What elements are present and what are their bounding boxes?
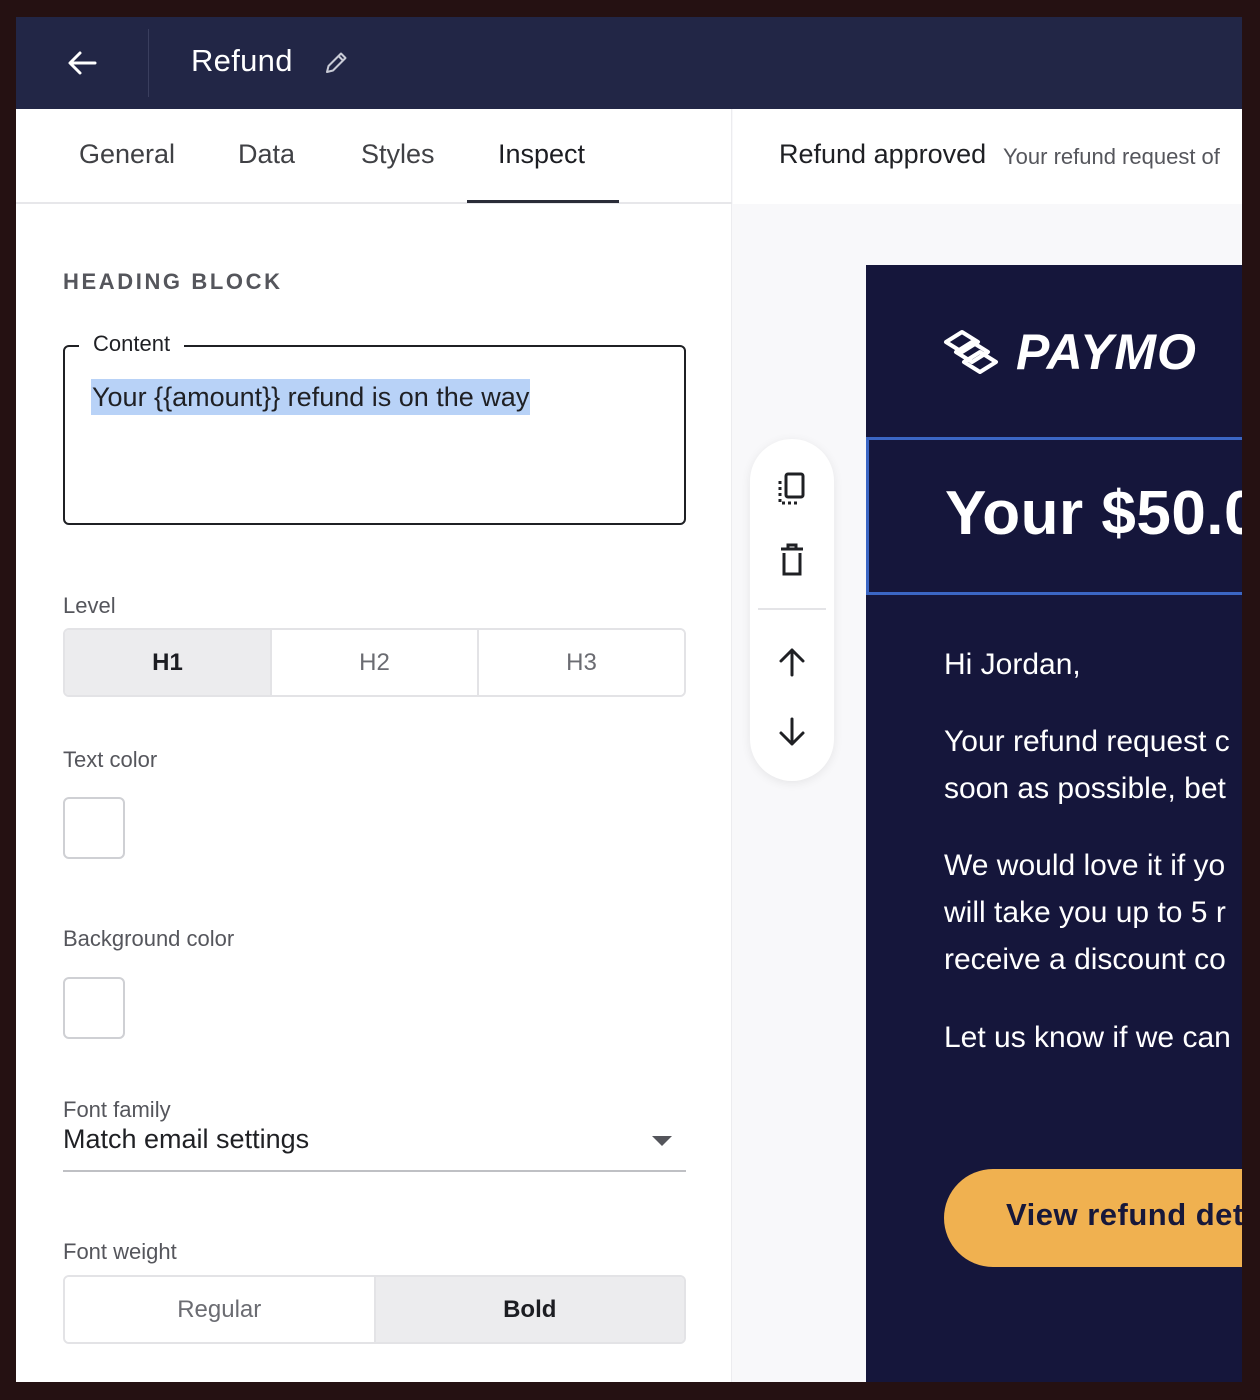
duplicate-icon	[778, 472, 805, 505]
email-preheader: Your refund request of	[1003, 144, 1220, 169]
text-color-swatch[interactable]	[63, 797, 125, 859]
font-family-value: Match email settings	[63, 1124, 310, 1154]
inspector-panel: General Data Styles Inspect HEADING BLOC…	[16, 109, 732, 1382]
level-h2-button[interactable]: H2	[272, 630, 479, 695]
active-tab-indicator	[467, 200, 619, 203]
font-weight-bold-button[interactable]: Bold	[375, 1277, 684, 1342]
view-refund-button[interactable]: View refund det	[944, 1169, 1242, 1267]
content-textarea[interactable]: Content Your {{amount}} refund is on the…	[63, 331, 686, 525]
pencil-icon	[326, 52, 347, 73]
app-window: Refund General Data Styles Inspect HEADI…	[16, 17, 1242, 1382]
paragraph-2-line-2: will take you up to 5 r	[944, 896, 1226, 929]
paragraph-1-line-2: soon as possible, bet	[944, 772, 1226, 805]
trash-icon	[781, 543, 803, 576]
brand-logo: PAYMO	[942, 323, 1197, 381]
background-color-swatch[interactable]	[63, 977, 125, 1039]
block-toolbar	[750, 439, 834, 781]
text-color-label: Text color	[63, 747, 158, 772]
font-weight-selector: Regular Bold	[63, 1275, 686, 1344]
document-title: Refund	[191, 43, 293, 78]
level-selector: H1 H2 H3	[63, 628, 686, 697]
back-button[interactable]	[54, 39, 110, 87]
font-weight-label: Font weight	[63, 1239, 177, 1264]
font-family-select[interactable]: Match email settings	[63, 1114, 686, 1172]
arrow-left-icon	[68, 51, 97, 75]
preview-header: Refund approved Your refund request of	[733, 109, 1242, 204]
move-up-button[interactable]	[764, 634, 820, 690]
paymo-logo-icon	[944, 330, 998, 374]
top-bar: Refund	[16, 17, 1242, 109]
tab-styles[interactable]: Styles	[361, 139, 435, 170]
arrow-down-icon	[779, 717, 805, 746]
level-h1-button[interactable]: H1	[65, 630, 272, 695]
tab-data[interactable]: Data	[238, 139, 295, 170]
content-value[interactable]: Your {{amount}} refund is on the way	[91, 379, 531, 415]
background-color-label: Background color	[63, 926, 235, 951]
email-preview: PAYMO Your $50.0 Hi Jordan, Your refund …	[866, 265, 1242, 1382]
rename-button[interactable]	[320, 47, 352, 79]
section-title: HEADING BLOCK	[63, 269, 283, 294]
arrow-up-icon	[779, 648, 805, 677]
tab-general[interactable]: General	[79, 139, 175, 170]
paragraph-3: Let us know if we can	[944, 1021, 1231, 1054]
cta-label: View refund det	[1006, 1197, 1242, 1232]
font-weight-regular-button[interactable]: Regular	[65, 1277, 376, 1342]
caret-down-icon	[652, 1136, 672, 1146]
selected-heading-block[interactable]: Your $50.0	[866, 437, 1242, 595]
tab-inspect[interactable]: Inspect	[498, 139, 585, 170]
email-subject: Refund approved	[779, 139, 987, 169]
level-label: Level	[63, 593, 116, 618]
greeting-text: Hi Jordan,	[944, 648, 1081, 681]
delete-block-button[interactable]	[764, 532, 820, 588]
header-divider	[148, 29, 149, 97]
duplicate-block-button[interactable]	[764, 461, 820, 517]
level-h3-button[interactable]: H3	[479, 630, 684, 695]
paragraph-1-line-1: Your refund request c	[944, 725, 1230, 758]
logo-text: PAYMO	[1016, 324, 1197, 380]
panel-tabs: General Data Styles Inspect	[16, 109, 732, 204]
paragraph-2-line-1: We would love it if yo	[944, 849, 1226, 882]
email-heading: Your $50.0	[945, 479, 1242, 548]
toolbar-divider	[758, 608, 826, 610]
content-label: Content	[79, 331, 185, 357]
move-down-button[interactable]	[764, 704, 820, 760]
paragraph-2-line-3: receive a discount co	[944, 943, 1226, 976]
